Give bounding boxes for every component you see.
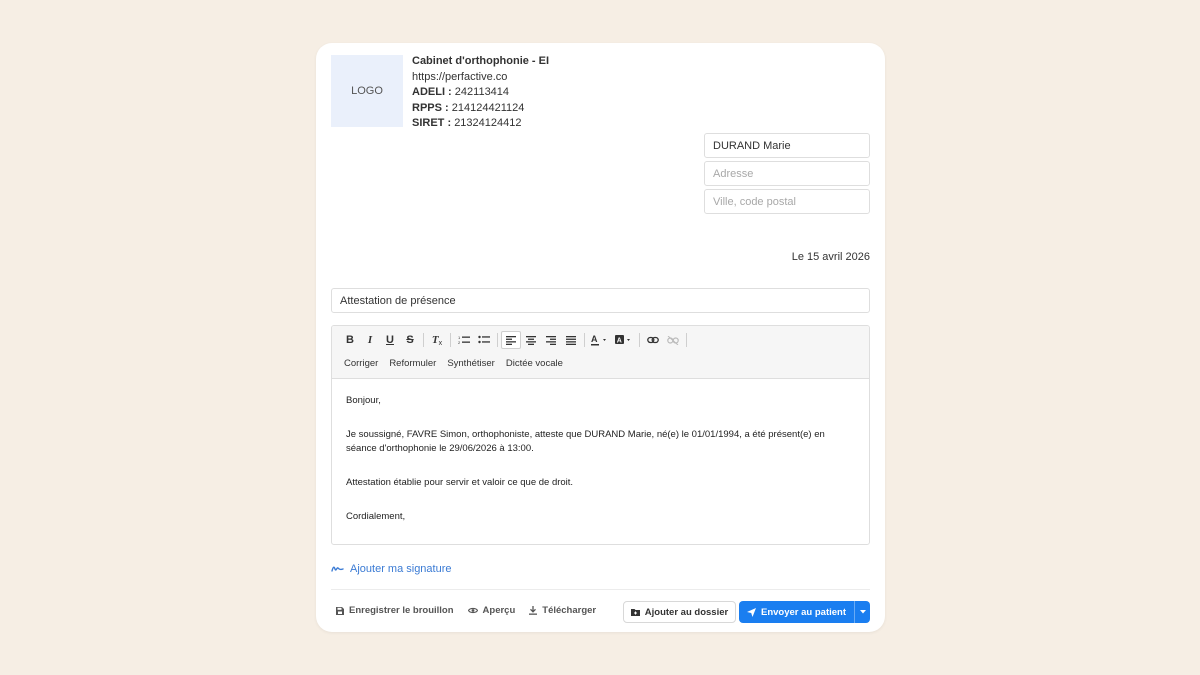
unlink-icon[interactable] [663, 331, 683, 349]
recipient-address-field[interactable]: Adresse [704, 161, 870, 186]
recipient-name-field[interactable]: DURAND Marie [704, 133, 870, 158]
footer-divider [331, 589, 870, 590]
download-icon [529, 606, 538, 615]
practice-rpps: RPPS : 214124421124 [412, 101, 525, 114]
align-justify-icon[interactable] [561, 331, 581, 349]
strikethrough-button[interactable]: S [400, 331, 420, 349]
add-to-file-button[interactable]: Ajouter au dossier [623, 601, 736, 623]
practice-info: Cabinet d'orthophonie - EI https://perfa… [412, 54, 549, 132]
toolbar-separator [584, 333, 585, 347]
practice-siret: SIRET : 21324124412 [412, 117, 522, 129]
practice-website: https://perfactive.co [412, 70, 508, 83]
align-right-icon[interactable] [541, 331, 561, 349]
add-signature-button[interactable]: Ajouter ma signature [331, 563, 452, 575]
text-color-icon[interactable]: A [588, 331, 612, 349]
link-icon[interactable] [643, 331, 663, 349]
floppy-disk-icon [336, 606, 344, 615]
add-signature-label: Ajouter ma signature [350, 563, 452, 575]
letter-paragraph: Attestation établie pour servir et valoi… [346, 477, 574, 488]
preview-button[interactable]: Aperçu [467, 605, 515, 616]
editor-toolbar: B I U S Tx 12 A A Corriger Reformuler Sy… [332, 326, 869, 379]
signature-icon [331, 566, 344, 572]
ordered-list-icon[interactable]: 12 [454, 331, 474, 349]
ai-summarize-button[interactable]: Synthétiser [447, 358, 495, 369]
toolbar-separator [686, 333, 687, 347]
letter-date: Le 15 avril 2026 [791, 251, 870, 263]
save-draft-button[interactable]: Enregistrer le brouillon [336, 605, 454, 616]
recipient-city-field[interactable]: Ville, code postal [704, 189, 870, 214]
align-left-icon[interactable] [501, 331, 521, 349]
letter-paragraph: Cordialement, [346, 511, 406, 522]
bullet-list-icon[interactable] [474, 331, 494, 349]
folder-plus-icon [630, 609, 640, 616]
send-options-dropdown[interactable] [854, 601, 870, 623]
voice-dictation-button[interactable]: Dictée vocale [506, 358, 563, 369]
letter-paragraph: Je soussigné, FAVRE Simon, orthophoniste… [346, 429, 825, 454]
download-button[interactable]: Télécharger [529, 605, 596, 616]
italic-button[interactable]: I [360, 331, 380, 349]
bold-button[interactable]: B [340, 331, 360, 349]
letter-card: LOGO Cabinet d'orthophonie - EI https://… [316, 43, 885, 632]
subject-field[interactable]: Attestation de présence [331, 288, 870, 313]
logo-placeholder[interactable]: LOGO [331, 55, 403, 127]
svg-text:2: 2 [458, 340, 461, 345]
toolbar-separator [423, 333, 424, 347]
eye-icon [467, 607, 478, 614]
align-center-icon[interactable] [521, 331, 541, 349]
svg-text:A: A [617, 338, 622, 345]
underline-button[interactable]: U [380, 331, 400, 349]
toolbar-separator [450, 333, 451, 347]
toolbar-separator [639, 333, 640, 347]
logo-text: LOGO [351, 85, 383, 97]
editor-content[interactable]: Bonjour, Je soussigné, FAVRE Simon, orth… [332, 379, 869, 544]
ai-correct-button[interactable]: Corriger [344, 358, 378, 369]
svg-text:A: A [591, 334, 598, 344]
paper-plane-icon [747, 607, 756, 617]
highlight-color-icon[interactable]: A [612, 331, 636, 349]
chevron-down-icon [859, 610, 866, 614]
rich-text-editor: B I U S Tx 12 A A Corriger Reformuler Sy… [331, 325, 870, 545]
practice-name: Cabinet d'orthophonie - EI [412, 55, 550, 67]
letter-paragraph: Bonjour, [346, 395, 381, 406]
clear-format-button[interactable]: Tx [427, 331, 447, 349]
send-to-patient-main[interactable]: Envoyer au patient [739, 601, 854, 623]
practice-adeli: ADELI : 242113414 [412, 86, 510, 98]
toolbar-separator [497, 333, 498, 347]
ai-rephrase-button[interactable]: Reformuler [389, 358, 436, 369]
footer-actions: Enregistrer le brouillon Aperçu Téléchar… [336, 605, 596, 616]
send-to-patient-button[interactable]: Envoyer au patient [739, 601, 870, 623]
